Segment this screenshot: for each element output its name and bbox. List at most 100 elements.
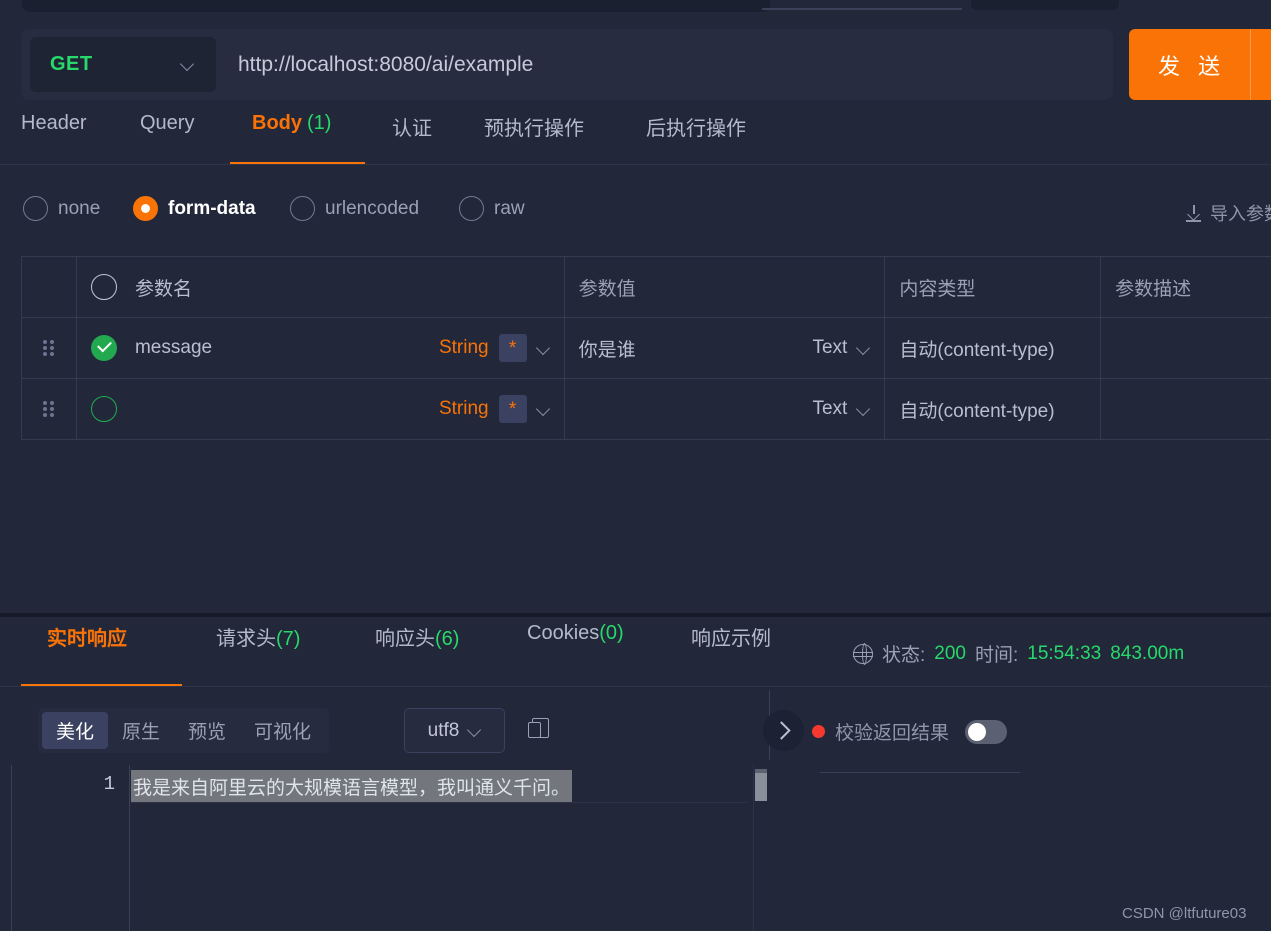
time-label: 时间: <box>974 645 1019 666</box>
tab-query[interactable]: Query <box>140 112 194 165</box>
send-button-label: 发 送 <box>1158 53 1227 79</box>
format-button-raw[interactable]: 原生 <box>108 712 174 749</box>
row-description-cell[interactable] <box>1101 318 1271 378</box>
radio-none[interactable]: none <box>23 196 100 221</box>
row-enabled-checkbox[interactable] <box>90 335 117 361</box>
send-button[interactable]: 发 送 <box>1129 29 1271 100</box>
row-param-type[interactable]: String <box>439 398 489 420</box>
copy-icon[interactable] <box>528 718 550 742</box>
row-value-cell: 你是谁 Text <box>565 318 886 378</box>
tab-auth-label: 认证 <box>392 118 432 140</box>
chevron-down-icon[interactable] <box>537 342 550 355</box>
format-button-preview[interactable]: 预览 <box>174 712 240 749</box>
tab-header[interactable]: Header <box>21 112 87 165</box>
chevron-down-icon[interactable] <box>537 403 550 416</box>
header-cell-content-type: 内容类型 <box>885 257 1102 317</box>
radio-form-data[interactable]: form-data <box>133 196 256 221</box>
radio-none-mark <box>23 196 48 221</box>
url-input[interactable]: http://localhost:8080/ai/example <box>238 53 533 77</box>
radio-urlencoded-label: urlencoded <box>325 197 420 219</box>
tab-auth[interactable]: 认证 <box>392 112 432 165</box>
api-client-window: GET http://localhost:8080/ai/example 发 送… <box>0 0 1271 931</box>
drag-handle-icon[interactable] <box>43 339 55 357</box>
row-value-cell: Text <box>565 379 886 439</box>
tab-postscript-label: 后执行操作 <box>646 118 746 140</box>
row-type-group: String * <box>439 334 550 362</box>
encoding-value: utf8 <box>427 719 460 741</box>
response-format-toggle-group: 美化 原生 预览 可视化 <box>38 708 330 753</box>
drag-handle-icon[interactable] <box>43 400 55 418</box>
radio-none-label: none <box>58 197 101 219</box>
row-value-type-select[interactable]: Text <box>812 398 870 420</box>
response-body-editor[interactable]: 1 我是来自阿里云的大规模语言模型，我叫通义千问。 <box>11 765 769 931</box>
header-label-name: 参数名 <box>134 278 192 300</box>
header-label-value: 参数值 <box>578 278 636 300</box>
editor-gutter: 1 <box>12 765 130 931</box>
import-params-label: 导入参数 <box>1210 204 1271 224</box>
encoding-select[interactable]: utf8 <box>404 708 505 753</box>
tab-query-label: Query <box>140 112 195 134</box>
row-param-type[interactable]: String <box>439 337 489 359</box>
response-tab-examples[interactable]: 响应示例 <box>691 622 771 651</box>
row-drag-cell <box>22 318 77 378</box>
header-cell-name: 参数名 <box>77 257 565 317</box>
top-partial-line <box>762 8 962 10</box>
select-all-checkbox[interactable] <box>90 274 117 300</box>
validate-response-toggle[interactable] <box>965 719 1008 744</box>
tab-body[interactable]: Body (1) <box>252 112 331 165</box>
tabs-divider <box>0 164 1271 165</box>
radio-raw[interactable]: raw <box>459 196 525 221</box>
radio-urlencoded[interactable]: urlencoded <box>290 196 419 221</box>
format-button-beautify-label: 美化 <box>56 722 95 743</box>
tab-prescript[interactable]: 预执行操作 <box>484 112 584 165</box>
row-description-cell[interactable] <box>1101 379 1271 439</box>
response-status-bar: 状态: 200 时间: 15:54:33 843.00m <box>852 640 1184 667</box>
radio-form-data-label: form-data <box>168 197 256 219</box>
editor-scrollbar-thumb[interactable] <box>755 773 767 801</box>
tab-postscript[interactable]: 后执行操作 <box>646 112 746 165</box>
response-tab-response-headers-count: (6) <box>435 628 460 650</box>
row-drag-cell <box>22 379 77 439</box>
row-enabled-checkbox[interactable] <box>90 396 117 422</box>
row-value-type-label: Text <box>812 398 848 419</box>
time-value: 15:54:33 <box>1027 642 1102 664</box>
row-content-type-cell[interactable]: 自动(content-type) <box>885 379 1102 439</box>
editor-line-number: 1 <box>103 773 115 795</box>
chevron-down-icon <box>468 724 481 737</box>
editor-scrollbar[interactable] <box>753 765 769 931</box>
table-row: message String * 你是谁 Text 自动(content-typ… <box>22 318 1271 379</box>
row-required-badge[interactable]: * <box>498 334 527 362</box>
row-param-name[interactable]: message <box>135 337 212 359</box>
row-content-type-value: 自动(content-type) <box>899 400 1055 422</box>
radio-raw-mark <box>459 196 484 221</box>
import-params-button[interactable]: 导入参数 <box>1186 200 1271 226</box>
row-value-type-select[interactable]: Text <box>812 337 870 359</box>
editor-selected-text[interactable]: 我是来自阿里云的大规模语言模型，我叫通义千问。 <box>131 769 573 803</box>
response-tab-examples-label: 响应示例 <box>691 628 771 650</box>
row-required-badge[interactable]: * <box>498 395 527 423</box>
format-button-raw-label: 原生 <box>122 722 161 743</box>
chevron-down-icon <box>857 403 870 416</box>
format-button-visualize[interactable]: 可视化 <box>240 712 325 749</box>
params-table: 参数名 参数值 内容类型 参数描述 message String * 你是谁 T… <box>21 256 1271 440</box>
response-splitter[interactable] <box>0 613 1271 617</box>
header-label-content-type: 内容类型 <box>899 278 976 300</box>
response-tab-response-headers-label: 响应头 <box>375 628 435 650</box>
response-tab-realtime[interactable]: 实时响应 <box>47 622 127 651</box>
row-param-value[interactable]: 你是谁 <box>579 335 636 362</box>
params-table-header: 参数名 参数值 内容类型 参数描述 <box>22 257 1271 318</box>
http-method-select[interactable]: GET <box>30 37 216 92</box>
radio-form-data-mark <box>133 196 158 221</box>
editor-code-area[interactable]: 我是来自阿里云的大规模语言模型，我叫通义千问。 <box>131 765 747 931</box>
response-tab-response-headers[interactable]: 响应头(6) <box>375 622 459 651</box>
response-tab-request-headers[interactable]: 请求头(7) <box>216 622 300 651</box>
validate-response-label: 校验返回结果 <box>835 723 950 744</box>
expand-panel-button[interactable] <box>763 710 804 751</box>
request-tabs: Header Query Body (1) 认证 预执行操作 后执行操作 <box>0 112 1271 165</box>
row-name-cell: String * <box>77 379 565 439</box>
response-tab-realtime-label: 实时响应 <box>47 628 127 650</box>
format-button-beautify[interactable]: 美化 <box>42 712 109 749</box>
row-content-type-cell[interactable]: 自动(content-type) <box>885 318 1102 378</box>
radio-raw-label: raw <box>494 197 525 219</box>
response-tab-cookies[interactable]: Cookies(0) <box>527 622 624 645</box>
